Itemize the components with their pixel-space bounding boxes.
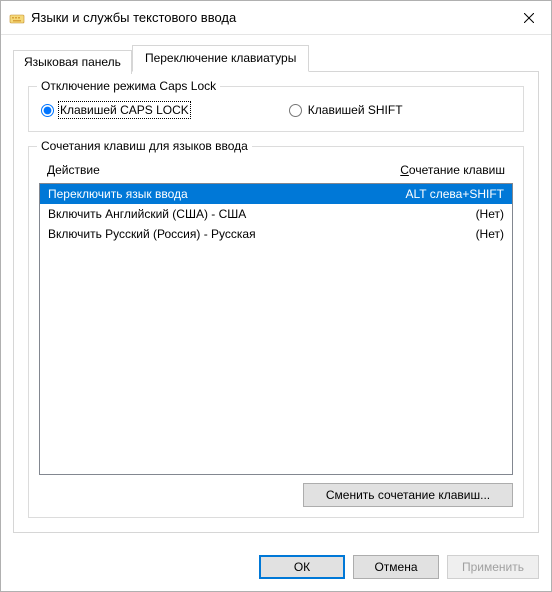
tab-keyboard-switch[interactable]: Переключение клавиатуры [132,45,309,72]
list-item[interactable]: Включить Русский (Россия) - Русская (Нет… [40,224,512,244]
apply-button[interactable]: Применить [447,555,539,579]
radio-capslock[interactable]: Клавишей CAPS LOCK [41,103,189,117]
capslock-radios: Клавишей CAPS LOCK Клавишей SHIFT [39,99,513,121]
close-button[interactable] [506,2,551,34]
hotkeys-group: Сочетания клавиш для языков ввода Действ… [28,146,524,518]
close-icon [524,13,534,23]
list-item[interactable]: Переключить язык ввода ALT слева+SHIFT [40,184,512,204]
col-action: Действие [47,163,400,177]
window-frame: Языки и службы текстового ввода Языковая… [0,0,552,592]
radio-shift-input[interactable] [289,104,302,117]
tab-strip: Языковая панель Переключение клавиатуры [13,45,539,72]
item-action: Включить Русский (Россия) - Русская [48,227,476,241]
list-header: Действие Сочетание клавиш [39,159,513,181]
radio-shift[interactable]: Клавишей SHIFT [289,103,403,117]
change-shortcut-row: Сменить сочетание клавиш... [39,483,513,507]
titlebar: Языки и службы текстового ввода [1,1,551,35]
capslock-group: Отключение режима Caps Lock Клавишей CAP… [28,86,524,132]
cancel-button[interactable]: Отмена [353,555,439,579]
list-item[interactable]: Включить Английский (США) - США (Нет) [40,204,512,224]
radio-capslock-input[interactable] [41,104,54,117]
capslock-legend: Отключение режима Caps Lock [37,79,220,93]
ok-button[interactable]: ОК [259,555,345,579]
radio-capslock-label: Клавишей CAPS LOCK [60,103,189,117]
item-shortcut: (Нет) [476,207,504,221]
change-shortcut-button[interactable]: Сменить сочетание клавиш... [303,483,513,507]
hotkeys-legend: Сочетания клавиш для языков ввода [37,139,252,153]
client-area: Языковая панель Переключение клавиатуры … [1,35,551,543]
hotkeys-list[interactable]: Переключить язык ввода ALT слева+SHIFT В… [39,183,513,475]
item-shortcut: (Нет) [476,227,504,241]
dialog-footer: ОК Отмена Применить [1,543,551,591]
tab-panel: Отключение режима Caps Lock Клавишей CAP… [13,71,539,533]
item-shortcut: ALT слева+SHIFT [406,187,505,201]
radio-shift-label: Клавишей SHIFT [308,103,403,117]
item-action: Включить Английский (США) - США [48,207,476,221]
keyboard-icon [9,10,25,26]
col-shortcut: Сочетание клавиш [400,163,505,177]
item-action: Переключить язык ввода [48,187,406,201]
tab-language-panel[interactable]: Языковая панель [13,50,132,74]
window-title: Языки и службы текстового ввода [31,10,506,25]
